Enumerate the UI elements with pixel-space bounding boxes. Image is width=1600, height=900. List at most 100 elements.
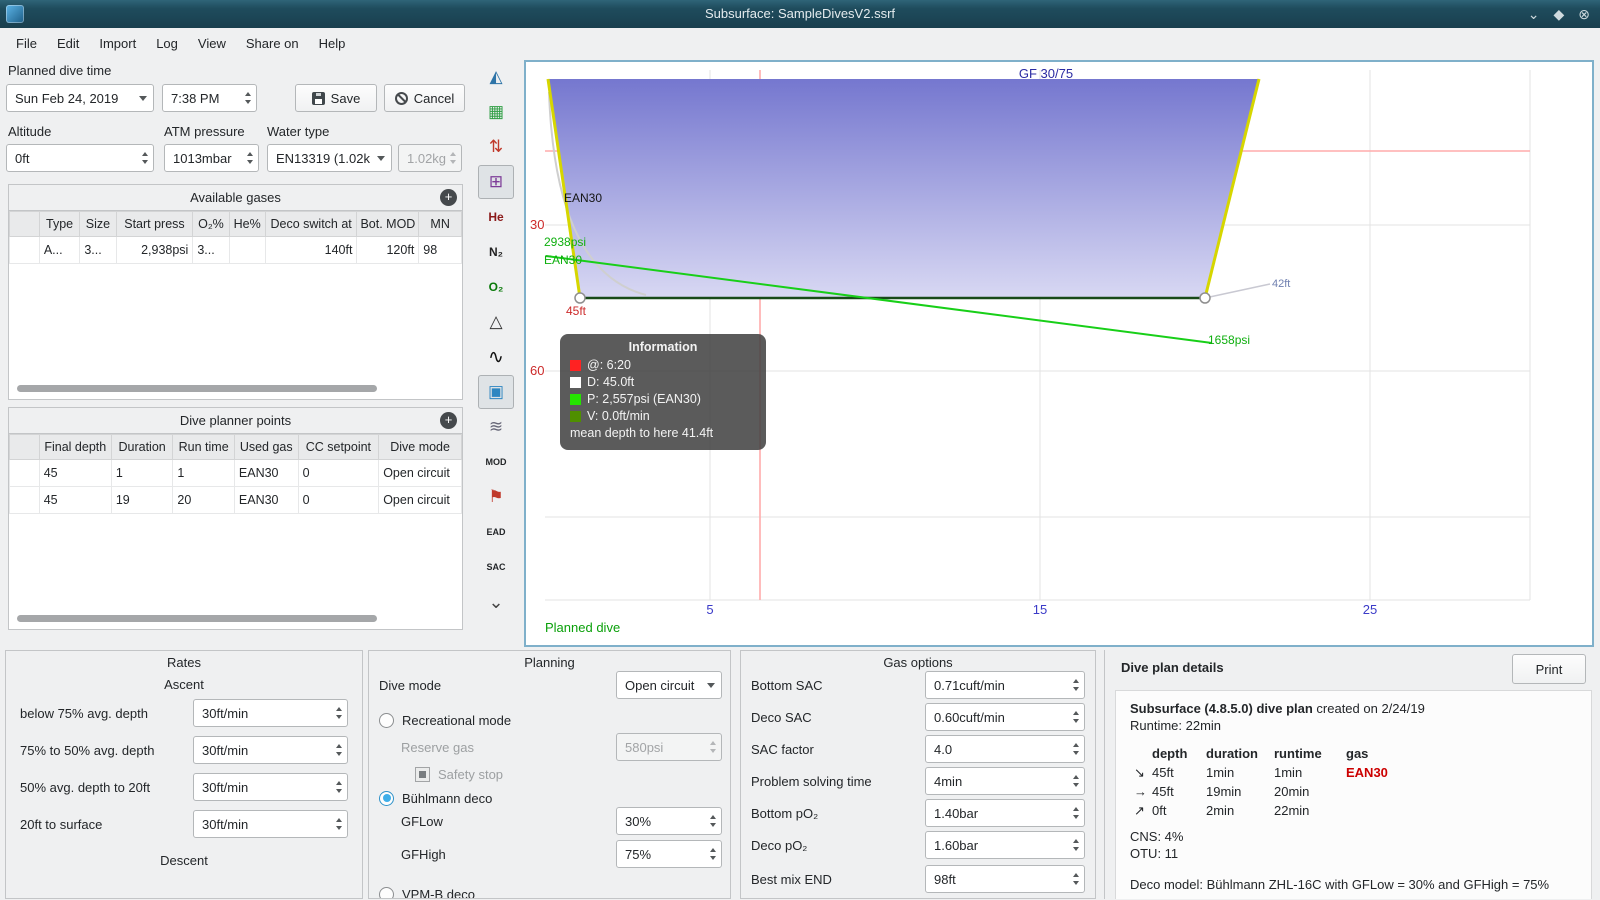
gas-deco-switch-cell[interactable]: 140ft [264, 236, 358, 264]
point-duration-cell[interactable]: 1 [110, 459, 174, 487]
point-depth-cell[interactable]: 45 [38, 459, 112, 487]
spinner-arrows-icon[interactable] [336, 811, 342, 837]
radio-checked-icon[interactable] [379, 790, 394, 806]
best-mix-end-input[interactable]: 98ft [925, 865, 1085, 893]
spinner-arrows-icon[interactable] [336, 737, 342, 763]
spinner-arrows-icon[interactable] [1073, 768, 1079, 794]
ead-icon[interactable]: EAD [478, 515, 514, 549]
gas-start-press-cell[interactable]: 2,938psi [115, 236, 194, 264]
spinner-arrows-icon[interactable] [1073, 866, 1079, 892]
gas-o2-cell[interactable]: 3... [192, 236, 230, 264]
print-button[interactable]: Print [1512, 654, 1586, 684]
dive-date-select[interactable]: Sun Feb 24, 2019 [6, 84, 154, 112]
points-horizontal-scrollbar[interactable] [17, 615, 377, 622]
photos-icon[interactable]: ▣ [478, 375, 514, 409]
menu-share-on[interactable]: Share on [236, 32, 309, 55]
gfhigh-input[interactable]: 75% [616, 840, 722, 868]
gflow-input[interactable]: 30% [616, 807, 722, 835]
spinner-arrows-icon[interactable] [710, 808, 716, 834]
atm-pressure-input[interactable]: 1013mbar [164, 144, 259, 172]
gas-row[interactable]: A... 3... 2,938psi 3... 140ft 120ft 98 [9, 236, 462, 264]
spinner-arrows-icon[interactable] [1073, 736, 1079, 762]
menu-file[interactable]: File [6, 32, 47, 55]
deco-sac-input[interactable]: 0.60cuft/min [925, 703, 1085, 731]
gas-bot-mod-cell[interactable]: 120ft [356, 236, 420, 264]
dive-time-input[interactable]: 7:38 PM [162, 84, 257, 112]
rate-spinbox[interactable]: 30ft/min [193, 736, 348, 764]
oxygen-graph-icon[interactable]: O₂ [478, 270, 514, 304]
recreational-mode-radio[interactable]: Recreational mode [379, 711, 511, 729]
spinner-arrows-icon[interactable] [710, 841, 716, 867]
radio-icon[interactable] [379, 712, 394, 728]
point-gas-cell[interactable]: EAN30 [233, 486, 299, 514]
add-gas-button[interactable]: + [440, 189, 457, 206]
window-maximize-icon[interactable]: ◆ [1553, 6, 1564, 23]
point-runtime-cell[interactable]: 20 [172, 486, 235, 514]
gas-he-cell[interactable] [228, 236, 266, 264]
rate-spinbox[interactable]: 30ft/min [193, 699, 348, 727]
delta-icon[interactable]: △ [478, 305, 514, 339]
add-point-button[interactable]: + [440, 412, 457, 429]
planner-point-row[interactable]: 45 19 20 EAN30 0 Open circuit [9, 486, 462, 514]
profile-icon[interactable]: ◭ [478, 60, 514, 94]
altitude-input[interactable]: 0ft [6, 144, 154, 172]
spinner-arrows-icon[interactable] [1073, 800, 1079, 826]
sac-icon[interactable]: SAC [478, 550, 514, 584]
rate-spinbox[interactable]: 30ft/min [193, 773, 348, 801]
spinner-arrows-icon[interactable] [1073, 704, 1079, 730]
swap-icon[interactable]: ⇅ [478, 130, 514, 164]
table-icon[interactable]: ⊞ [478, 165, 514, 199]
save-button[interactable]: Save [295, 84, 377, 112]
gases-horizontal-scrollbar[interactable] [17, 385, 377, 392]
point-duration-cell[interactable]: 19 [110, 486, 174, 514]
point-mode-cell[interactable]: Open circuit [378, 459, 462, 487]
problem-solving-time-input[interactable]: 4min [925, 767, 1085, 795]
profile-handle[interactable] [574, 292, 586, 304]
point-runtime-cell[interactable]: 1 [172, 459, 235, 487]
gas-size-cell[interactable]: 3... [79, 236, 117, 264]
sac-factor-input[interactable]: 4.0 [925, 735, 1085, 763]
radio-icon[interactable] [379, 886, 394, 898]
heartrate-icon[interactable]: ∿ [478, 340, 514, 374]
mod-icon[interactable]: MOD [478, 445, 514, 479]
profile-handle[interactable] [1199, 292, 1211, 304]
spinner-arrows-icon[interactable] [247, 145, 253, 171]
point-mode-cell[interactable]: Open circuit [378, 486, 462, 514]
window-shade-icon[interactable]: ⌄ [1528, 6, 1540, 23]
rate-spinbox[interactable]: 30ft/min [193, 810, 348, 838]
bottom-sac-input[interactable]: 0.71cuft/min [925, 671, 1085, 699]
point-setpoint-cell[interactable]: 0 [297, 486, 380, 514]
menu-view[interactable]: View [188, 32, 236, 55]
statistics-icon[interactable]: ▦ [478, 95, 514, 129]
toolbar-scroll-down-icon[interactable]: ⌄ [478, 585, 514, 619]
point-gas-cell[interactable]: EAN30 [233, 459, 299, 487]
dive-mode-select[interactable]: Open circuit [616, 671, 722, 699]
nitrogen-graph-icon[interactable]: N₂ [478, 235, 514, 269]
bottom-po2-input[interactable]: 1.40bar [925, 799, 1085, 827]
information-tooltip[interactable]: Information @: 6:20 D: 45.0ft P: 2,557ps… [560, 334, 766, 450]
window-close-icon[interactable]: ⊗ [1578, 6, 1590, 23]
point-setpoint-cell[interactable]: 0 [297, 459, 380, 487]
menu-import[interactable]: Import [89, 32, 146, 55]
menu-help[interactable]: Help [309, 32, 356, 55]
menu-edit[interactable]: Edit [47, 32, 89, 55]
buhlmann-deco-radio[interactable]: Bühlmann deco [379, 789, 492, 807]
spinner-arrows-icon[interactable] [245, 85, 251, 111]
deco-po2-input[interactable]: 1.60bar [925, 831, 1085, 859]
spinner-arrows-icon[interactable] [1073, 672, 1079, 698]
planner-point-row[interactable]: 45 1 1 EAN30 0 Open circuit [9, 459, 462, 487]
spinner-arrows-icon[interactable] [1073, 832, 1079, 858]
spinner-arrows-icon[interactable] [336, 774, 342, 800]
tissues-icon[interactable]: ≋ [478, 410, 514, 444]
point-depth-cell[interactable]: 45 [38, 486, 112, 514]
helium-graph-icon[interactable]: He [478, 200, 514, 234]
cancel-button[interactable]: Cancel [384, 84, 465, 112]
ndl-icon[interactable]: ⚑ [478, 480, 514, 514]
water-type-select[interactable]: EN13319 (1.02k [267, 144, 392, 172]
spinner-arrows-icon[interactable] [336, 700, 342, 726]
gas-type-cell[interactable]: A... [38, 236, 81, 264]
gas-mnd-cell[interactable]: 98 [418, 236, 462, 264]
dive-profile-chart[interactable]: GF 30/75 EAN30 2938psi EAN30 45ft 42ft 1… [524, 60, 1594, 647]
menu-log[interactable]: Log [146, 32, 188, 55]
spinner-arrows-icon[interactable] [142, 145, 148, 171]
